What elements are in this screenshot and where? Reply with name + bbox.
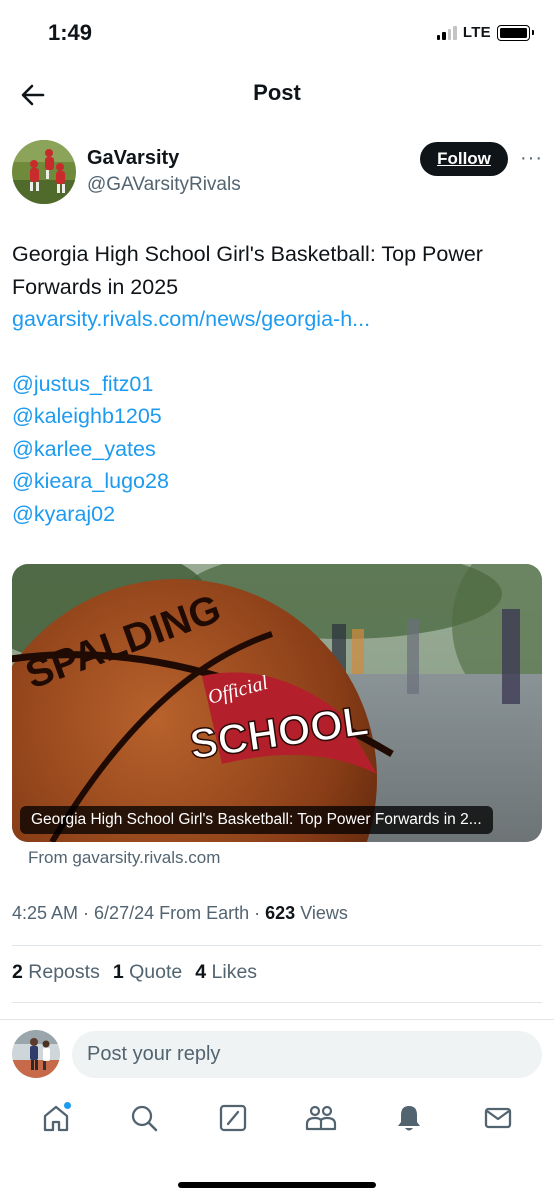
- mention-link[interactable]: @justus_fitz01: [12, 368, 542, 401]
- views-label: Views: [300, 903, 348, 923]
- home-indicator: [178, 1182, 376, 1188]
- mention-link[interactable]: @kaleighb1205: [12, 400, 542, 433]
- bottom-tab-bar: [0, 1098, 554, 1148]
- tweet-body: Georgia High School Girl's Basketball: T…: [12, 238, 542, 530]
- battery-icon: [497, 24, 534, 41]
- header: Post: [0, 66, 554, 122]
- reposts-label: Reposts: [28, 961, 100, 983]
- mention-link[interactable]: @kieara_lugo28: [12, 465, 542, 498]
- tweet-text: Georgia High School Girl's Basketball: T…: [12, 242, 483, 299]
- author-name[interactable]: GaVarsity: [87, 147, 179, 170]
- card-caption: Georgia High School Girl's Basketball: T…: [20, 806, 493, 834]
- quotes-stat[interactable]: 1 Quote: [113, 961, 182, 984]
- tweet-date: 6/27/24: [94, 903, 155, 923]
- tab-communities[interactable]: [301, 1098, 341, 1138]
- divider: [12, 1002, 542, 1003]
- quotes-count: 1: [112, 961, 124, 983]
- search-icon: [132, 1105, 158, 1132]
- likes-count: 4: [195, 961, 207, 983]
- quotes-label: Quote: [129, 961, 183, 983]
- views-count: 623: [265, 903, 296, 923]
- reposts-count: 2: [12, 961, 23, 983]
- likes-stat[interactable]: 4 Likes: [195, 961, 257, 984]
- follow-button[interactable]: Follow: [420, 142, 508, 176]
- page-title: Post: [253, 80, 301, 105]
- network-label: LTE: [462, 24, 491, 41]
- tab-compose[interactable]: [213, 1098, 253, 1138]
- divider: [0, 1019, 554, 1020]
- status-indicators: LTE: [436, 24, 534, 41]
- tab-messages[interactable]: [478, 1098, 518, 1138]
- link-card[interactable]: SPALDING Official SCHOOL Georgia High Sc…: [12, 564, 542, 842]
- notifications-icon: [398, 1106, 421, 1131]
- author-row: GaVarsity @GAVarsityRivals Follow ···: [12, 140, 542, 206]
- signal-icon: [436, 25, 457, 40]
- tweet-link[interactable]: gavarsity.rivals.com/news/georgia-h...: [12, 303, 542, 336]
- card-image: SPALDING Official SCHOOL: [12, 564, 542, 842]
- engagement-stats: 2 Reposts 1 Quote 4 Likes: [12, 961, 257, 984]
- more-options-icon[interactable]: ···: [520, 148, 544, 168]
- tweet-meta: 4:25 AM · 6/27/24 From Earth · 623 Views: [12, 903, 348, 923]
- card-source[interactable]: From gavarsity.rivals.com: [28, 848, 220, 868]
- author-handle[interactable]: @GAVarsityRivals: [87, 174, 241, 196]
- communities-icon: [306, 1105, 337, 1131]
- compose-icon: [219, 1104, 246, 1132]
- status-time: 1:49: [48, 20, 93, 45]
- tweet-time: 4:25 AM: [12, 903, 79, 923]
- divider: [12, 945, 542, 946]
- tab-search[interactable]: [124, 1098, 164, 1138]
- status-bar: 1:49 LTE: [0, 0, 554, 66]
- reply-bar: Post your reply: [0, 1026, 554, 1084]
- reposts-stat[interactable]: 2 Reposts: [12, 961, 100, 984]
- tweet-location: From Earth: [159, 903, 250, 923]
- mention-link[interactable]: @kyaraj02: [12, 498, 542, 531]
- tab-notifications[interactable]: [389, 1098, 429, 1138]
- author-avatar[interactable]: [12, 140, 76, 204]
- mention-link[interactable]: @karlee_yates: [12, 433, 542, 466]
- likes-label: Likes: [211, 961, 258, 983]
- user-avatar[interactable]: [12, 1030, 60, 1078]
- reply-input[interactable]: Post your reply: [72, 1031, 542, 1078]
- mention-list: @justus_fitz01 @kaleighb1205 @karlee_yat…: [12, 368, 542, 531]
- tab-home[interactable]: [36, 1098, 76, 1138]
- messages-icon: [484, 1107, 511, 1129]
